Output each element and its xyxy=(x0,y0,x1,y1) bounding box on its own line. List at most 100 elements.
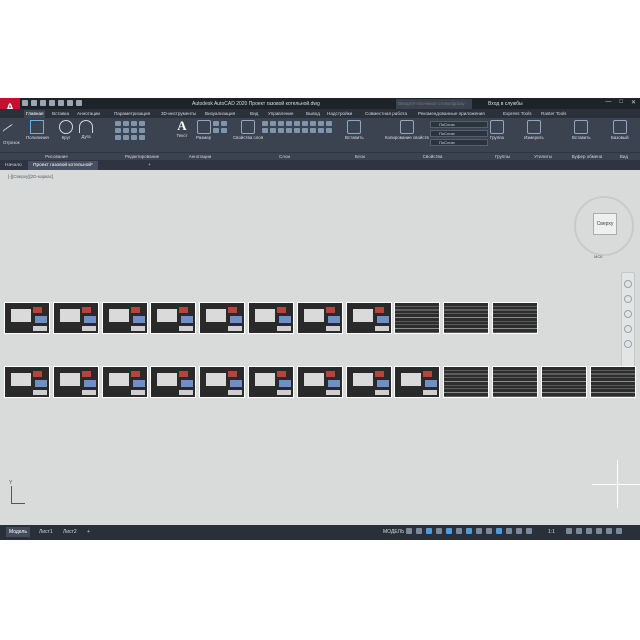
drawing-canvas[interactable]: [-][Сверху][2D-каркас] Сверху МСК Y xyxy=(0,170,640,525)
panel-view[interactable]: Вид xyxy=(608,152,640,160)
selection-cycling-icon[interactable] xyxy=(496,528,502,534)
redo-icon[interactable] xyxy=(76,100,82,106)
layer-lock-icon[interactable] xyxy=(278,121,284,126)
drawing-sheet-thumbnail[interactable] xyxy=(589,366,636,398)
drawing-sheet-thumbnail[interactable] xyxy=(296,302,343,334)
panel-modify[interactable]: Редактирование xyxy=(113,152,171,160)
dimension-tool[interactable]: Размер xyxy=(196,120,211,140)
undo-icon[interactable] xyxy=(67,100,73,106)
layer-off-icon[interactable] xyxy=(294,128,300,133)
mirror-icon[interactable] xyxy=(123,128,129,133)
drawing-sheet-thumbnail[interactable] xyxy=(52,366,99,398)
isolate-objects-icon[interactable] xyxy=(596,528,602,534)
layer-dropdown-icon[interactable] xyxy=(302,121,308,126)
drawing-sheet-thumbnail[interactable] xyxy=(199,302,246,334)
layer-dropdown-icon[interactable] xyxy=(326,121,332,126)
transparency-icon[interactable] xyxy=(486,528,492,534)
tab-layout2[interactable]: Лист2 xyxy=(60,527,80,537)
pan-icon[interactable] xyxy=(624,295,632,303)
erase-icon[interactable] xyxy=(139,121,145,126)
trim-icon[interactable] xyxy=(131,121,137,126)
rotate-icon[interactable] xyxy=(123,121,129,126)
add-layout-button[interactable]: + xyxy=(84,527,93,537)
tab-view[interactable]: Вид xyxy=(250,110,258,118)
layer-walk-icon[interactable] xyxy=(310,128,316,133)
autoscale-icon[interactable] xyxy=(516,528,522,534)
tab-visualize[interactable]: Визуализация xyxy=(205,110,235,118)
explode-icon[interactable] xyxy=(139,128,145,133)
customize-icon[interactable] xyxy=(616,528,622,534)
polar-icon[interactable] xyxy=(436,528,442,534)
drawing-sheet-thumbnail[interactable] xyxy=(492,302,538,334)
measure-tool[interactable]: Измерить xyxy=(524,120,544,140)
layer-color-icon[interactable] xyxy=(286,121,292,126)
scale-icon[interactable] xyxy=(123,135,129,140)
circle-tool[interactable]: Круг xyxy=(59,120,73,140)
save-icon[interactable] xyxy=(40,100,46,106)
annotation-scale[interactable]: 1:1 xyxy=(548,529,555,535)
text-tool[interactable]: A Текст xyxy=(176,119,188,138)
grid-icon[interactable] xyxy=(406,528,412,534)
model-space-toggle[interactable]: МОДЕЛЬ xyxy=(383,527,404,537)
workspace-icon[interactable] xyxy=(566,528,572,534)
linetype-select[interactable]: ПоСлою xyxy=(430,139,488,146)
layer-freeze-icon[interactable] xyxy=(270,121,276,126)
leader-icon[interactable] xyxy=(213,121,219,126)
drawing-sheet-thumbnail[interactable] xyxy=(394,366,441,398)
drawing-sheet-thumbnail[interactable] xyxy=(296,366,343,398)
otrack-icon[interactable] xyxy=(456,528,462,534)
tab-raster-tools[interactable]: Raster Tools xyxy=(541,110,566,118)
line-tool[interactable]: Отрезок xyxy=(2,120,20,145)
osnap-icon[interactable] xyxy=(466,528,472,534)
layer-previous-icon[interactable] xyxy=(270,128,276,133)
layer-properties-tool[interactable]: Свойства слоя xyxy=(233,120,263,140)
tab-collaborate[interactable]: Совместная работа xyxy=(365,110,407,118)
panel-block[interactable]: Блок xyxy=(340,152,380,160)
new-icon[interactable] xyxy=(22,100,28,106)
tab-addins[interactable]: Надстройки xyxy=(327,110,352,118)
layer-thaw-icon[interactable] xyxy=(302,128,308,133)
tab-home[interactable]: Главная xyxy=(24,110,46,118)
orbit-icon[interactable] xyxy=(624,325,632,333)
quick-properties-icon[interactable] xyxy=(586,528,592,534)
layer-match-icon[interactable] xyxy=(262,128,268,133)
color-select[interactable]: ПоСлою xyxy=(430,121,488,128)
group-tool[interactable]: Группа xyxy=(490,120,504,140)
lineweight-select[interactable]: ПоСлою xyxy=(430,130,488,137)
close-button[interactable]: ✕ xyxy=(631,99,636,106)
layer-dropdown-icon[interactable] xyxy=(294,121,300,126)
arc-tool[interactable]: Дуга xyxy=(79,120,93,139)
offset-icon[interactable] xyxy=(139,135,145,140)
drawing-sheet-thumbnail[interactable] xyxy=(52,302,99,334)
move-icon[interactable] xyxy=(115,121,121,126)
panel-properties[interactable]: Свойства xyxy=(380,152,485,160)
insert-block-tool[interactable]: Вставить xyxy=(345,120,364,140)
drawing-sheet-thumbnail[interactable] xyxy=(4,302,50,334)
viewcube[interactable]: Сверху xyxy=(574,196,634,256)
tab-annotate[interactable]: Аннотации xyxy=(77,110,100,118)
stretch-icon[interactable] xyxy=(115,135,121,140)
units-icon[interactable] xyxy=(576,528,582,534)
minimize-button[interactable]: — xyxy=(605,99,611,106)
panel-utilities[interactable]: Утилиты xyxy=(520,152,566,160)
layer-unisolate-icon[interactable] xyxy=(286,128,292,133)
copy-icon[interactable] xyxy=(115,128,121,133)
markup-icon[interactable] xyxy=(221,128,227,133)
drawing-sheet-thumbnail[interactable] xyxy=(443,366,490,398)
drawing-sheet-thumbnail[interactable] xyxy=(345,302,392,334)
viewcube-face[interactable]: Сверху xyxy=(593,213,617,235)
drawing-sheet-thumbnail[interactable] xyxy=(101,366,148,398)
new-tab-button[interactable]: + xyxy=(143,161,156,170)
viewport-controls[interactable]: [-][Сверху][2D-каркас] xyxy=(8,174,53,179)
plot-icon[interactable] xyxy=(58,100,64,106)
tab-model[interactable]: Модель xyxy=(6,527,30,537)
zoom-icon[interactable] xyxy=(624,310,632,318)
array-icon[interactable] xyxy=(131,135,137,140)
tab-featured-apps[interactable]: Рекомендованные приложения xyxy=(418,110,485,118)
tab-insert[interactable]: Вставка xyxy=(52,110,69,118)
mtext-icon[interactable] xyxy=(213,128,219,133)
layer-dropdown-icon[interactable] xyxy=(318,121,324,126)
panel-layers[interactable]: Слои xyxy=(229,152,340,160)
tab-parametric[interactable]: Параметризация xyxy=(114,110,150,118)
drawing-sheet-thumbnail[interactable] xyxy=(345,366,392,398)
